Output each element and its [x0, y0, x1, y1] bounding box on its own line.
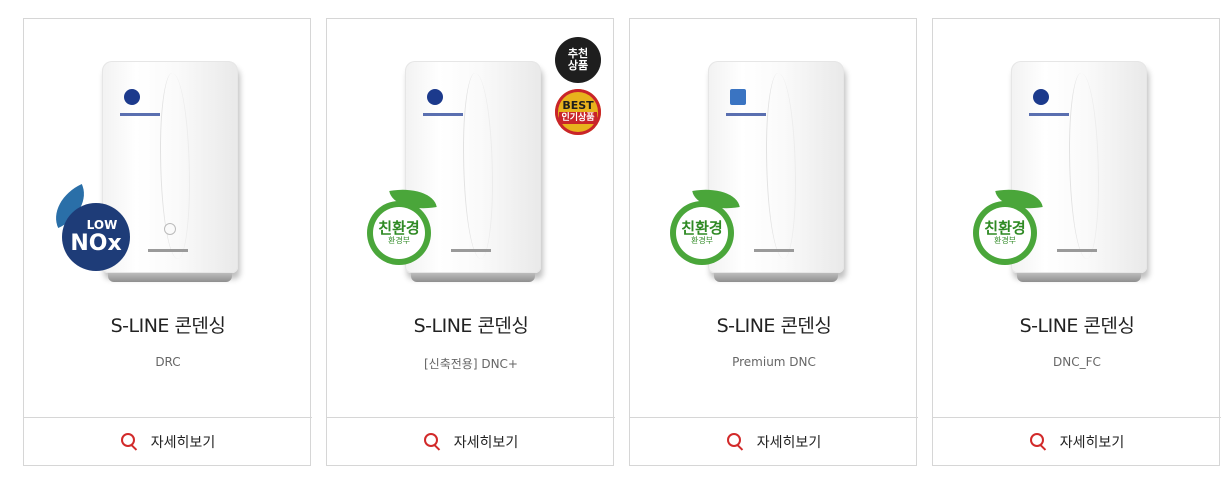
nox-main-label: NOx [70, 230, 122, 256]
search-icon [120, 432, 139, 451]
view-details-button[interactable]: 자세히보기 [933, 417, 1221, 465]
nsf-logo-icon [427, 89, 443, 105]
product-card: 친환경 환경부 S-LINE 콘덴싱 Premium DNC 자세히보기 [629, 18, 918, 466]
product-title[interactable]: S-LINE 콘덴싱 [630, 311, 918, 338]
nox-low-label: LOW [86, 217, 118, 232]
nsf-logo-icon [124, 89, 140, 105]
search-icon [726, 432, 745, 451]
eco-main-label: 친환경 [378, 219, 420, 237]
recommended-badge: 추천 상품 [555, 37, 601, 83]
eco-sub-label: 환경부 [387, 236, 411, 245]
view-details-button[interactable]: 자세히보기 [327, 417, 615, 465]
product-image[interactable]: 친환경 환경부 추천 상품 BEST 인기상품 [327, 19, 615, 299]
product-title[interactable]: S-LINE 콘덴싱 [933, 311, 1221, 338]
knob-icon [164, 223, 176, 235]
product-model: DNC_FC [1053, 355, 1101, 369]
view-details-label: 자세히보기 [150, 434, 216, 451]
popular-label: 인기상품 [559, 112, 597, 124]
product-card: LOW NOx S-LINE 콘덴싱 DRC 자세히보기 [23, 18, 312, 466]
eco-friendly-badge: 친환경 환경부 [973, 183, 1043, 273]
best-label: BEST [562, 99, 594, 112]
product-image[interactable]: LOW NOx [24, 19, 312, 299]
view-details-button[interactable]: 자세히보기 [24, 417, 312, 465]
view-details-label: 자세히보기 [756, 434, 822, 451]
product-model: DRC [155, 355, 181, 369]
view-details-label: 자세히보기 [1059, 434, 1125, 451]
product-model: Premium DNC [732, 355, 816, 369]
search-icon [1029, 432, 1048, 451]
view-details-button[interactable]: 자세히보기 [630, 417, 918, 465]
product-card: 친환경 환경부 추천 상품 BEST 인기상품 S-LINE 콘덴싱 [신축전용… [326, 18, 615, 466]
product-image[interactable]: 친환경 환경부 [933, 19, 1221, 299]
product-title[interactable]: S-LINE 콘덴싱 [327, 311, 615, 338]
eco-sub-label: 환경부 [993, 236, 1017, 245]
eco-sub-label: 환경부 [690, 236, 714, 245]
nsf-logo-icon [1033, 89, 1049, 105]
eco-main-label: 친환경 [681, 219, 723, 237]
product-grid: LOW NOx S-LINE 콘덴싱 DRC 자세히보기 친환경 환경부 추천 … [0, 0, 1232, 490]
eco-friendly-badge: 친환경 환경부 [670, 183, 740, 273]
view-details-label: 자세히보기 [453, 434, 519, 451]
certification-logo-icon [730, 89, 746, 105]
product-image[interactable]: 친환경 환경부 [630, 19, 918, 299]
eco-friendly-badge: 친환경 환경부 [367, 183, 437, 273]
low-nox-badge: LOW NOx [45, 183, 134, 275]
product-model: [신축전용] DNC+ [424, 357, 518, 371]
product-title[interactable]: S-LINE 콘덴싱 [24, 311, 312, 338]
best-seller-badge: BEST 인기상품 [555, 89, 601, 135]
recommended-line2: 상품 [567, 59, 589, 72]
eco-main-label: 친환경 [984, 219, 1026, 237]
product-card: 친환경 환경부 S-LINE 콘덴싱 DNC_FC 자세히보기 [932, 18, 1221, 466]
search-icon [423, 432, 442, 451]
